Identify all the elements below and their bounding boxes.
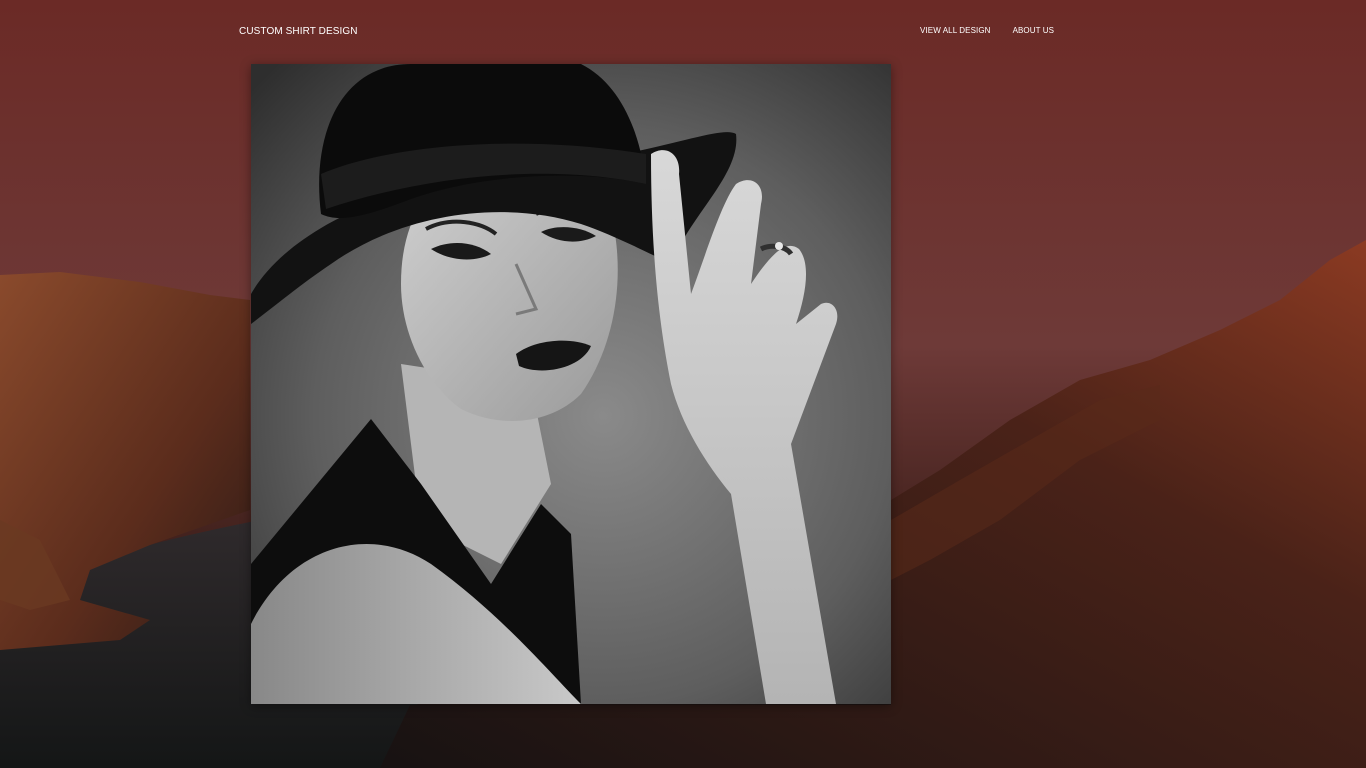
portrait-photo bbox=[251, 64, 891, 704]
main-nav: VIEW ALL DESIGN ABOUT US bbox=[920, 26, 1054, 35]
brand-logo-link[interactable]: CUSTOM SHIRT DESIGN bbox=[239, 26, 358, 37]
nav-view-all-design[interactable]: VIEW ALL DESIGN bbox=[920, 26, 991, 35]
nav-about-us[interactable]: ABOUT US bbox=[1013, 26, 1055, 35]
top-header: CUSTOM SHIRT DESIGN VIEW ALL DESIGN ABOU… bbox=[0, 0, 1366, 64]
hero-image bbox=[251, 64, 891, 704]
